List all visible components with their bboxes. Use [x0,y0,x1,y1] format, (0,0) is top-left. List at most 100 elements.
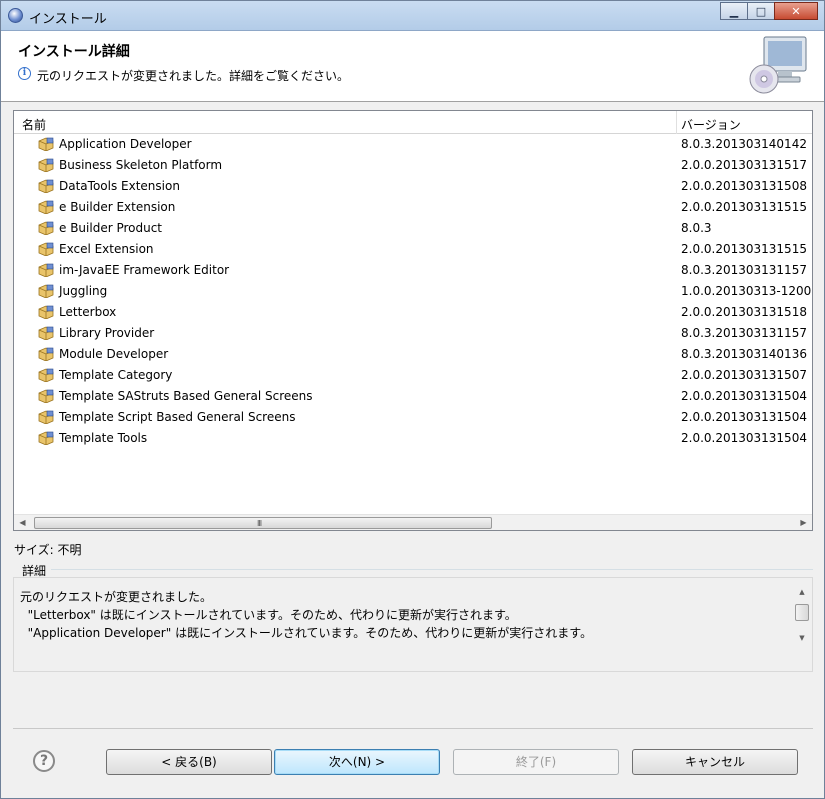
close-button[interactable]: ✕ [774,2,818,20]
feature-package-icon [38,389,54,404]
table-row[interactable]: Template Category 2.0.0.201303131507 [14,365,812,386]
table-row[interactable]: Letterbox 2.0.0.201303131518 [14,302,812,323]
table-row[interactable]: Template SAStruts Based General Screens 2… [14,386,812,407]
feature-name: Library Provider [59,326,155,340]
feature-name: DataTools Extension [59,179,180,193]
table-row[interactable]: e Builder Extension 2.0.0.201303131515 [14,197,812,218]
help-icon[interactable]: ? [33,750,55,772]
feature-version: 2.0.0.201303131515 [681,200,807,214]
vertical-scrollbar[interactable]: ▲ ▼ [794,586,810,644]
details-line: 元のリクエストが変更されました。 [20,590,213,604]
feature-name: Letterbox [59,305,117,319]
feature-package-icon [38,200,54,215]
scroll-grip-icon: III [257,519,262,528]
button-bar-divider [13,728,813,729]
next-button[interactable]: 次へ(N) > [274,749,440,775]
scroll-left-icon[interactable]: ◀ [14,515,31,531]
scroll-down-icon[interactable]: ▼ [794,632,810,644]
feature-package-icon [38,263,54,278]
table-row[interactable]: Template Script Based General Screens 2.0… [14,407,812,428]
details-line: "Letterbox" は既にインストールされています。そのため、代わりに更新が… [20,608,517,622]
feature-package-icon [38,137,54,152]
feature-version: 2.0.0.201303131517 [681,158,807,172]
feature-package-icon [38,410,54,425]
column-header-version[interactable]: バージョン [681,116,741,133]
feature-name: e Builder Product [59,221,163,235]
cancel-button[interactable]: キャンセル [632,749,798,775]
feature-package-icon [38,368,54,383]
feature-package-icon [38,242,54,257]
feature-version: 2.0.0.201303131508 [681,179,807,193]
horizontal-scrollbar[interactable]: ◀ III ▶ [14,514,812,530]
table-header: 名前 バージョン [14,111,812,134]
feature-package-icon [38,347,54,362]
feature-package-icon [38,305,54,320]
page-title: インストール詳細 [18,44,130,60]
table-row[interactable]: Module Developer 8.0.3.201303140136 [14,344,812,365]
feature-version: 8.0.3 [681,221,712,235]
scroll-thumb[interactable]: III [34,517,492,529]
banner-message: 元のリクエストが変更されました。詳細をご覧ください。 [37,69,350,83]
feature-name: Template Category [59,368,173,382]
feature-name: Module Developer [59,347,169,361]
details-divider [51,569,813,570]
table-row[interactable]: Excel Extension 2.0.0.201303131515 [14,239,812,260]
details-line: "Application Developer" は既にインストールされています。… [20,626,593,640]
feature-version: 2.0.0.201303131515 [681,242,807,256]
window-title: インストール [29,12,107,27]
feature-name: e Builder Extension [59,200,176,214]
table-row[interactable]: Business Skeleton Platform 2.0.0.20130313… [14,155,812,176]
feature-package-icon [38,431,54,446]
finish-button[interactable]: 終了(F) [453,749,619,775]
feature-version: 1.0.0.20130313-1200 [681,284,812,298]
feature-package-icon [38,158,54,173]
feature-version: 8.0.3.201303131157 [681,263,807,277]
window-controls: ▁ □ ✕ [720,2,818,20]
install-dialog: インストール ▁ □ ✕ インストール詳細 i 元のリクエストが変更されました。… [0,0,825,799]
table-row[interactable]: Library Provider 8.0.3.201303131157 [14,323,812,344]
feature-version: 8.0.3.201303140142 [681,137,807,151]
eclipse-app-icon [8,8,23,23]
table-body: Application Developer 8.0.3.201303140142 B… [14,134,812,449]
scroll-up-icon[interactable]: ▲ [794,586,810,598]
table-row[interactable]: Application Developer 8.0.3.201303140142 [14,134,812,155]
details-text-area[interactable]: 元のリクエストが変更されました。 "Letterbox" は既にインストールされ… [13,577,813,672]
feature-name: Template SAStruts Based General Screens [59,389,313,403]
maximize-button[interactable]: □ [747,2,775,20]
back-button[interactable]: < 戻る(B) [106,749,272,775]
feature-version: 2.0.0.201303131507 [681,368,807,382]
feature-package-icon [38,179,54,194]
install-monitor-icon [749,36,807,94]
feature-name: Application Developer [59,137,192,151]
minimize-button[interactable]: ▁ [720,2,748,20]
column-header-name[interactable]: 名前 [22,116,46,133]
info-icon: i [18,67,31,80]
column-separator[interactable] [676,111,677,134]
feature-version: 2.0.0.201303131504 [681,431,807,445]
table-row[interactable]: e Builder Product 8.0.3 [14,218,812,239]
feature-package-icon [38,326,54,341]
title-bar[interactable]: インストール ▁ □ ✕ [1,1,824,31]
table-row[interactable]: Juggling 1.0.0.20130313-1200 [14,281,812,302]
feature-name: Excel Extension [59,242,154,256]
header-banner: インストール詳細 i 元のリクエストが変更されました。詳細をご覧ください。 [1,31,824,102]
feature-version: 8.0.3.201303131157 [681,326,807,340]
table-row[interactable]: im-JavaEE Framework Editor 8.0.3.20130313… [14,260,812,281]
feature-name: im-JavaEE Framework Editor [59,263,230,277]
feature-name: Template Tools [59,431,148,445]
feature-version: 8.0.3.201303140136 [681,347,807,361]
size-label: サイズ: 不明 [14,543,82,557]
feature-name: Template Script Based General Screens [59,410,296,424]
feature-name: Business Skeleton Platform [59,158,223,172]
feature-version: 2.0.0.201303131504 [681,410,807,424]
scroll-thumb[interactable] [795,604,809,621]
feature-package-icon [38,284,54,299]
scroll-right-icon[interactable]: ▶ [795,515,812,531]
table-row[interactable]: DataTools Extension 2.0.0.201303131508 [14,176,812,197]
feature-name: Juggling [59,284,108,298]
feature-version: 2.0.0.201303131504 [681,389,807,403]
feature-version: 2.0.0.201303131518 [681,305,807,319]
install-items-table: 名前 バージョン Application Developer 8.0.3.2013… [13,110,813,531]
feature-package-icon [38,221,54,236]
table-row[interactable]: Template Tools 2.0.0.201303131504 [14,428,812,449]
